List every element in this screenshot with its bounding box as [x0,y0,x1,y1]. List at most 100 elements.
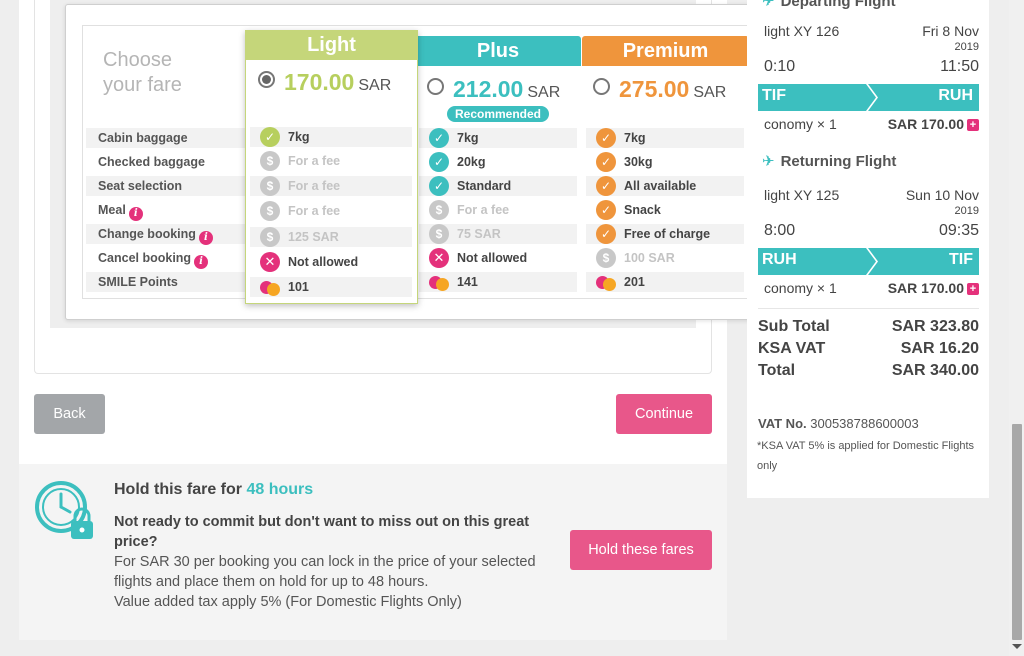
departing-route-bar: TIF RUH [758,84,979,111]
returning-flight-title: ✈ Returning Flight [762,153,897,170]
row-label-cancel-booking: Cancel booking i [86,248,246,269]
vat-number: VAT No. 300538788600003 [758,416,919,431]
check-icon: ✓ [596,224,616,244]
info-icon[interactable]: i [198,231,213,245]
cross-icon: ✕ [260,252,280,272]
dollar-icon: $ [596,248,616,268]
dollar-icon: $ [429,224,449,244]
plus-cancel-booking: ✕ Not allowed [419,248,577,268]
returning-route-bar: RUH TIF [758,248,979,275]
check-icon: ✓ [260,127,280,147]
check-icon: ✓ [596,128,616,148]
recommended-badge: Recommended [447,106,549,122]
check-icon: ✓ [429,128,449,148]
dollar-icon: $ [260,151,280,171]
light-fare-column[interactable]: Light 170.00 SAR ✓ 7kg $ For a fee $ For a f… [245,30,418,304]
info-icon[interactable]: i [128,207,143,221]
choose-fare-label: Choose your fare [103,49,182,96]
dollar-icon: $ [260,176,280,196]
check-icon: ✓ [596,176,616,196]
returning-price: SAR 170.00 + [888,280,979,296]
back-button[interactable]: Back [34,394,105,434]
departing-arr-time: 11:50 [940,58,979,75]
plus-seat-selection: ✓ Standard [419,176,577,196]
plus-cabin-baggage: ✓ 7kg [419,128,577,148]
departing-cabin: conomy × 1 [764,116,837,132]
departing-dep-time: 0:10 [764,58,796,75]
departing-destination: RUH [938,87,973,104]
departing-price: SAR 170.00 + [888,116,979,132]
row-label-checked-baggage: Checked baggage [98,155,205,169]
departing-year: 2019 [954,41,979,53]
cross-icon: ✕ [429,248,449,268]
light-fare-header[interactable]: Light [245,30,418,60]
light-radio[interactable] [258,71,275,88]
premium-price[interactable]: 275.00 SAR [593,76,726,103]
plus-checked-baggage: ✓ 20kg [419,152,577,172]
row-label-smile-points: SMILE Points [86,272,246,292]
returning-flight-number: light XY 125 [764,187,840,203]
row-label-seat-selection: Seat selection [86,176,246,196]
scrollbar-thumb[interactable] [1012,424,1022,640]
light-cancel-booking: ✕ Not allowed [250,252,412,272]
returning-arr-time: 09:35 [938,222,979,239]
scroll-down-arrow-icon[interactable] [1012,644,1022,649]
continue-button[interactable]: Continue [616,394,712,434]
subtotal-label: Sub Total [758,318,830,335]
subtotal-value: SAR 323.80 [891,318,979,335]
premium-smile-points: 201 [586,272,744,292]
departing-date: Fri 8 Nov [922,23,979,39]
dollar-icon: $ [429,200,449,220]
total-label: Total [758,362,796,379]
row-label-cabin-baggage: Cabin baggage [86,128,246,148]
premium-fare-header[interactable]: Premium [582,36,749,66]
light-change-booking: $125 SAR [250,227,412,247]
plus-smile-points: 141 [419,272,577,292]
dollar-icon: $ [260,201,280,221]
light-smile-points: 101 [250,277,412,297]
hold-description: For SAR 30 per booking you can lock in t… [114,554,536,610]
returning-destination: TIF [949,251,973,268]
light-price[interactable]: 170.00 SAR [258,69,391,96]
light-checked-baggage: $ For a fee [250,151,412,171]
returning-cabin: conomy × 1 [764,280,837,296]
smile-points-icon [260,277,280,297]
premium-checked-baggage: ✓ 30kg [586,152,744,172]
dollar-icon: $ [260,227,280,247]
plus-price[interactable]: 212.00 SAR [427,76,560,103]
premium-cancel-booking: $100 SAR [586,248,744,268]
plane-icon: ✈ [762,153,775,170]
hold-title: Hold this fare for 48 hours [114,481,314,498]
vat-value: SAR 16.20 [900,340,979,357]
hold-fares-button[interactable]: Hold these fares [570,530,712,570]
plus-radio[interactable] [427,78,444,95]
plane-icon: ✈ [762,0,775,10]
returning-date: Sun 10 Nov [905,187,979,203]
premium-radio[interactable] [593,78,610,95]
info-icon[interactable]: i [194,255,209,269]
summary-divider [758,308,979,309]
premium-cabin-baggage: ✓ 7kg [586,128,744,148]
returning-year: 2019 [954,205,979,217]
expand-icon[interactable]: + [967,119,979,131]
premium-seat-selection: ✓ All available [586,176,744,196]
light-cabin-baggage: ✓ 7kg [250,127,412,147]
plus-meal: $ For a fee [419,200,577,220]
check-icon: ✓ [429,176,449,196]
returning-origin: RUH [762,251,797,268]
departing-flight-number: light XY 126 [764,23,840,39]
departing-origin: TIF [762,87,786,104]
row-label-change-booking: Change booking i [86,224,246,245]
smile-points-icon [429,272,449,292]
expand-icon[interactable]: + [967,283,979,295]
departing-flight-title: ✈ Departing Flight [762,0,896,10]
vat-label: KSA VAT [758,340,826,357]
plus-fare-header[interactable]: Plus [415,36,581,66]
check-icon: ✓ [596,152,616,172]
smile-points-icon [596,272,616,292]
check-icon: ✓ [429,152,449,172]
clock-lock-icon [33,479,97,543]
check-icon: ✓ [596,200,616,220]
premium-change-booking: ✓ Free of charge [586,224,744,244]
total-value: SAR 340.00 [891,362,979,379]
